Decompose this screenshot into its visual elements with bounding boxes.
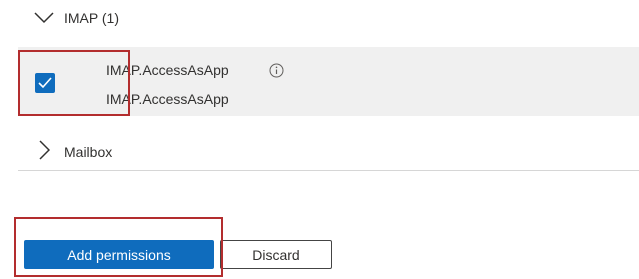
chevron-right-icon[interactable] (38, 140, 50, 160)
permission-checkbox[interactable] (35, 73, 55, 93)
add-permissions-button[interactable]: Add permissions (24, 240, 214, 269)
imap-group-title: IMAP (1) (64, 10, 119, 26)
permission-description: IMAP.AccessAsApp (106, 91, 229, 107)
imap-group-header[interactable]: IMAP (1) (0, 0, 639, 40)
discard-button[interactable]: Discard (220, 240, 332, 269)
permission-name: IMAP.AccessAsApp (106, 62, 229, 78)
chevron-down-icon[interactable] (34, 11, 54, 25)
mailbox-group-title: Mailbox (64, 144, 113, 160)
info-icon[interactable] (269, 63, 284, 78)
checkmark-icon (38, 77, 52, 89)
divider (18, 170, 639, 171)
